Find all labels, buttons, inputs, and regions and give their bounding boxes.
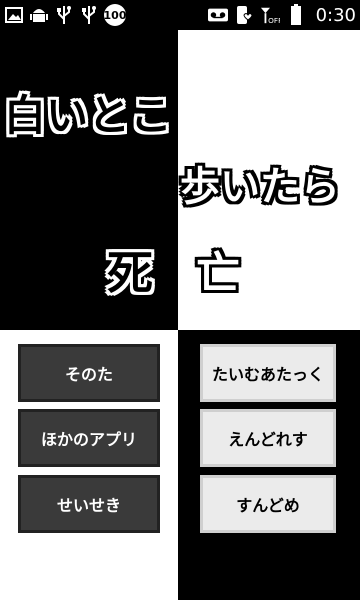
other-apps-button[interactable]: ほかのアプリ xyxy=(18,409,160,467)
endless-button[interactable]: えんどれす xyxy=(200,409,336,467)
image-icon xyxy=(4,4,24,26)
status-clock: 0:30 xyxy=(315,4,356,26)
results-button[interactable]: せいせき xyxy=(18,475,160,533)
usb-icon xyxy=(54,4,74,26)
android-icon xyxy=(29,4,49,26)
usb-icon xyxy=(79,4,99,26)
status-bar: 100 OFF 0:30 xyxy=(0,0,360,30)
title-line-1: 白いとこ xyxy=(4,91,173,140)
status-bar-left: 100 xyxy=(4,4,126,26)
status-bar-right: OFF 0:30 xyxy=(207,4,356,26)
title-death-2: 亡 xyxy=(196,248,240,299)
notification-badge: 100 xyxy=(104,4,126,26)
other-button[interactable]: そのた xyxy=(18,344,160,402)
phone-heart-icon xyxy=(234,4,254,26)
time-attack-button[interactable]: たいむあたっく xyxy=(200,344,336,402)
title-line-2: 歩いたら xyxy=(180,164,340,210)
battery-icon xyxy=(286,4,306,26)
signal-off-icon: OFF xyxy=(260,4,280,26)
title-death-1: 死 xyxy=(107,246,153,300)
svg-text:OFF: OFF xyxy=(268,16,280,25)
voicemail-icon xyxy=(207,4,228,26)
sundome-button[interactable]: すんどめ xyxy=(200,475,336,533)
